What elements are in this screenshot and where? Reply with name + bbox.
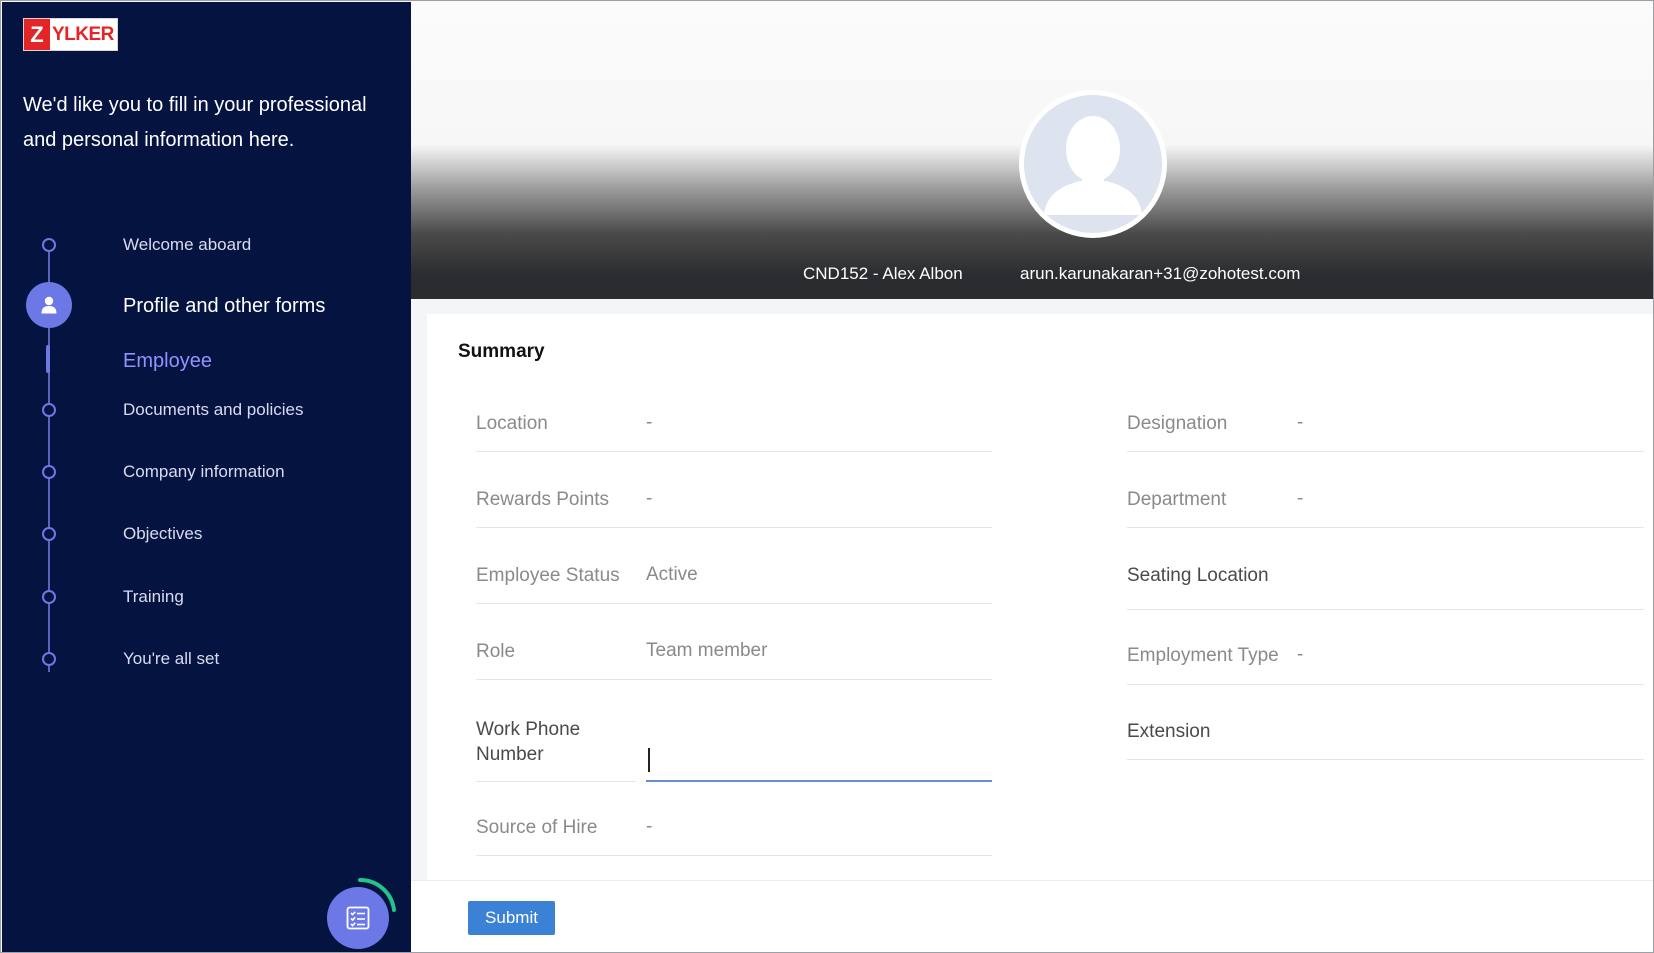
intro-text: We'd like you to fill in your profession… [23, 94, 367, 151]
step-dot-objectives [42, 527, 56, 541]
step-profile-and-other-forms[interactable]: Profile and other forms [123, 295, 325, 318]
step-dot-company [42, 465, 56, 479]
seating-location-input[interactable] [1297, 564, 1644, 590]
extension-label: Extension [1127, 721, 1211, 742]
profile-banner: CND152 - Alex Albon arun.karunakaran+31@… [411, 2, 1653, 299]
role-underline [476, 679, 992, 680]
work-phone-number-label: Work Phone Number [476, 719, 581, 765]
location-value: - [646, 412, 653, 433]
role-label: Role [476, 641, 516, 662]
checklist-button[interactable] [327, 887, 389, 949]
step-company-information[interactable]: Company information [123, 462, 285, 482]
employee-status-value: Active [646, 564, 698, 585]
step-documents-and-policies[interactable]: Documents and policies [123, 400, 303, 420]
step-dot-training [42, 590, 56, 604]
rewards-points-label: Rewards Points [476, 489, 610, 510]
employment-type-value: - [1297, 644, 1304, 665]
extension-underline [1127, 759, 1644, 760]
substep-indicator [46, 345, 50, 373]
employee-status-label: Employee Status [476, 565, 620, 586]
designation-value: - [1297, 412, 1304, 433]
department-value: - [1297, 488, 1304, 509]
employee-status-underline [476, 603, 992, 604]
user-icon [41, 296, 57, 314]
department-underline [1127, 527, 1644, 528]
employee-id-name: CND152 - Alex Albon [803, 264, 963, 283]
role-value: Team member [646, 640, 768, 661]
substep-employee[interactable]: Employee [123, 350, 212, 373]
step-dot-all-set [42, 652, 56, 666]
source-of-hire-value: - [646, 816, 653, 837]
text-cursor [648, 748, 650, 772]
rewards-points-underline [476, 527, 992, 528]
logo-letter: Z [24, 19, 50, 50]
submit-button[interactable]: Submit [468, 901, 555, 935]
onboarding-window: Z YLKER We'd like you to fill in your pr… [0, 0, 1654, 953]
seating-location-underline [1127, 609, 1644, 610]
step-welcome-aboard[interactable]: Welcome aboard [123, 235, 251, 255]
checklist-icon [346, 906, 370, 930]
department-label: Department [1127, 489, 1227, 510]
designation-label: Designation [1127, 413, 1228, 434]
summary-card: Summary Location - Rewards Points - Empl… [427, 314, 1653, 880]
step-youre-all-set[interactable]: You're all set [123, 649, 219, 669]
profile-avatar[interactable] [1019, 90, 1167, 238]
extension-input[interactable] [1297, 720, 1644, 746]
logo-text: YLKER [52, 23, 114, 45]
seating-location-label: Seating Location [1127, 565, 1269, 586]
step-dot-documents [42, 403, 56, 417]
form-footer: Submit [411, 880, 1653, 952]
avatar-placeholder-icon [1044, 116, 1142, 215]
company-logo: Z YLKER [23, 18, 118, 51]
main-content: CND152 - Alex Albon arun.karunakaran+31@… [411, 2, 1653, 952]
location-underline [476, 451, 992, 452]
rewards-points-value: - [646, 488, 653, 509]
work-phone-number-underline [646, 780, 992, 782]
designation-underline [1127, 451, 1644, 452]
location-label: Location [476, 413, 548, 434]
employment-type-label: Employment Type [1127, 645, 1279, 666]
step-dot-welcome [42, 238, 56, 252]
active-step-marker [26, 282, 72, 328]
sidebar: Z YLKER We'd like you to fill in your pr… [2, 2, 411, 952]
step-objectives[interactable]: Objectives [123, 524, 202, 544]
source-of-hire-label: Source of Hire [476, 817, 598, 838]
employee-email: arun.karunakaran+31@zohotest.com [1020, 264, 1301, 283]
step-training[interactable]: Training [123, 587, 184, 607]
work-phone-label-underline [476, 781, 636, 782]
work-phone-number-input[interactable] [646, 746, 992, 772]
employment-type-underline [1127, 684, 1644, 685]
source-of-hire-underline [476, 855, 992, 856]
summary-title: Summary [458, 341, 545, 362]
